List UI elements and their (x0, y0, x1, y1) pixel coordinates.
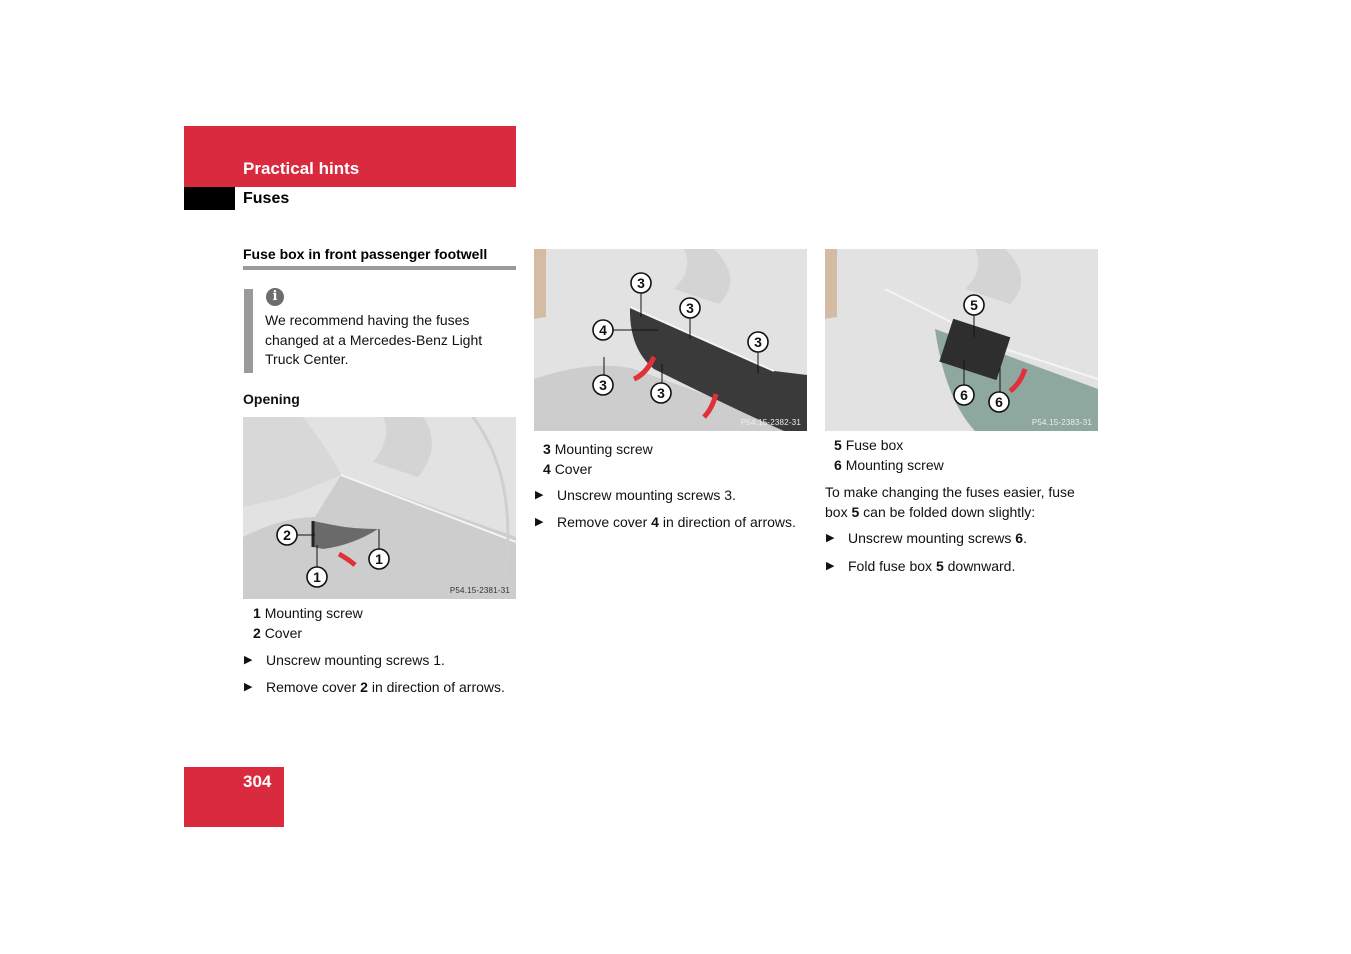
figure-2-illustration: 3 3 4 3 3 3 P54.15-2382-31 (534, 249, 807, 431)
figure-code: P54.15-2382-31 (740, 418, 801, 427)
figure-3-illustration: 5 6 6 P54.15-2383-31 (825, 249, 1098, 431)
bullet-icon: ▶ (826, 560, 835, 572)
step-item: ▶ Fold fuse box 5 downward. (826, 557, 1106, 577)
svg-text:2: 2 (283, 527, 291, 543)
figure-1-illustration: 2 1 1 P54.15-2381-31 (243, 417, 516, 599)
svg-text:6: 6 (995, 394, 1003, 410)
svg-text:5: 5 (970, 297, 978, 313)
step-item: ▶ Unscrew mounting screws 6. (826, 529, 1106, 549)
svg-text:3: 3 (686, 300, 694, 316)
svg-text:3: 3 (637, 275, 645, 291)
legend-item: 3 Mounting screw (543, 441, 653, 457)
figure-2-legend: 3 Mounting screw 4 Cover (543, 440, 653, 479)
bullet-icon: ▶ (826, 532, 835, 544)
subsection-heading: Fuse box in front passenger footwell (243, 246, 488, 262)
figure-3-legend: 5 Fuse box 6 Mounting screw (834, 436, 944, 475)
svg-text:1: 1 (313, 569, 321, 585)
svg-text:3: 3 (599, 377, 607, 393)
legend-item: 6 Mounting screw (834, 456, 944, 473)
legend-item: 1 Mounting screw (253, 605, 363, 621)
svg-text:4: 4 (599, 322, 607, 338)
step-item: ▶ Unscrew mounting screws 3. (535, 486, 815, 506)
figure-1-callouts: 2 1 1 (276, 524, 390, 588)
step-item: ▶ Remove cover 4 in direction of arrows. (535, 513, 825, 533)
bullet-icon: ▶ (535, 489, 544, 501)
legend-item: 2 Cover (253, 624, 303, 641)
section-title: Fuses (243, 190, 290, 207)
figure-1-legend: 1 Mounting screw 2 Cover (253, 604, 363, 643)
opening-heading: Opening (243, 391, 300, 407)
bullet-icon: ▶ (535, 516, 544, 528)
note-bar (244, 289, 253, 373)
figure-code: P54.15-2381-31 (449, 586, 510, 595)
legend-item: 4 Cover (543, 460, 593, 477)
figure-2-callouts: 3 3 4 3 3 3 (592, 272, 769, 404)
page-number: 304 (243, 772, 272, 791)
fold-instruction-paragraph: To make changing the fuses easier, fuse … (825, 484, 1075, 520)
heading-underline (243, 266, 516, 270)
note-text: We recommend having the fuses changed at… (265, 312, 483, 367)
svg-text:1: 1 (375, 551, 383, 567)
svg-text:3: 3 (657, 385, 665, 401)
bullet-icon: ▶ (244, 681, 253, 693)
chapter-title: Practical hints (243, 159, 360, 178)
svg-text:6: 6 (960, 387, 968, 403)
info-icon: i (266, 288, 284, 306)
bullet-icon: ▶ (244, 654, 253, 666)
section-marker (184, 187, 235, 210)
step-item: ▶ Unscrew mounting screws 1. (244, 651, 524, 671)
figure-3-callouts: 5 6 6 (953, 294, 1010, 413)
legend-item: 5 Fuse box (834, 437, 904, 453)
figure-code: P54.15-2383-31 (1031, 418, 1092, 427)
step-item: ▶ Remove cover 2 in direction of arrows. (244, 678, 534, 698)
svg-text:3: 3 (754, 334, 762, 350)
